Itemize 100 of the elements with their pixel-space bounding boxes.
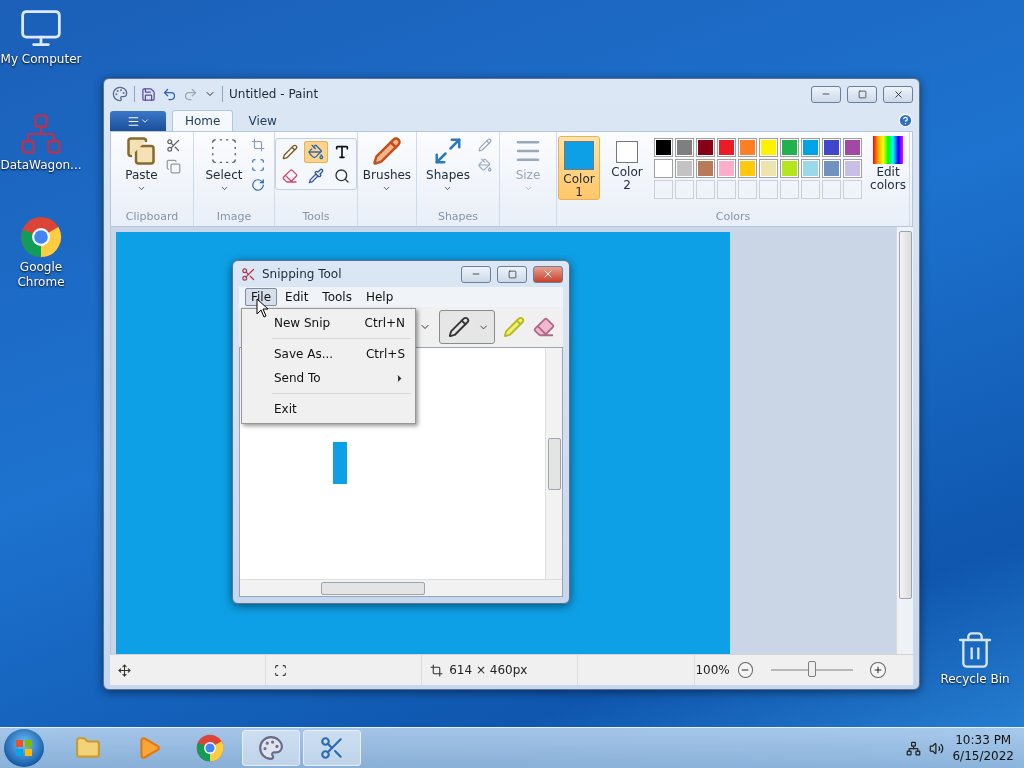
minimize-button[interactable] [811,85,841,103]
desktop-icon-label[interactable]: DataWagon... [0,158,82,173]
empty-color-slot[interactable] [675,180,694,199]
desktop-icon-label[interactable]: Google Chrome [0,260,82,290]
menu-icon [126,114,140,128]
zoom-slider-thumb[interactable] [807,661,816,677]
color-slot-button[interactable]: Color 2 [606,136,648,200]
select-button[interactable]: Select [203,136,245,193]
redo-icon[interactable] [183,86,198,102]
desktop-icon-label[interactable]: Recycle Bin [940,672,1010,687]
color-swatch[interactable] [675,159,694,178]
taskbar-button[interactable] [242,730,300,766]
empty-color-slot[interactable] [843,180,862,199]
empty-color-slot[interactable] [801,180,820,199]
ribbon-tab[interactable]: Home [172,110,234,131]
color-swatch[interactable] [759,159,778,178]
empty-color-slot[interactable] [717,180,736,199]
close-button[interactable] [883,85,913,103]
color-swatch[interactable] [696,159,715,178]
group-label: Clipboard [124,210,180,225]
help-icon[interactable] [898,113,913,128]
color-swatch[interactable] [822,159,841,178]
crop-icon[interactable] [250,138,265,152]
pen-button[interactable] [439,310,495,344]
empty-color-slot[interactable] [654,180,673,199]
menu-item[interactable]: Help [359,288,400,306]
taskbar-button[interactable] [303,730,361,766]
copy-icon[interactable] [165,159,181,174]
zoom-text: 100% [695,663,730,677]
start-button[interactable] [4,729,44,767]
scissors-icon [241,266,256,282]
empty-color-slot[interactable] [759,180,778,199]
dropdown-menu-item[interactable]: Exit [244,397,413,421]
volume-icon[interactable] [929,740,945,756]
color-swatch[interactable] [738,138,757,157]
close-button[interactable] [533,265,563,283]
menu-item[interactable]: Tools [316,288,358,306]
fill-icon[interactable] [477,158,492,172]
color-swatch[interactable] [759,138,778,157]
color-swatch[interactable] [801,159,820,178]
save-icon[interactable] [141,86,156,102]
color-swatch[interactable] [843,159,862,178]
dropdown-menu-item[interactable]: Save As... Ctrl+S [244,342,413,366]
color-swatch[interactable] [738,159,757,178]
color-swatch[interactable] [843,138,862,157]
color-swatch[interactable] [717,138,736,157]
eraser-icon[interactable] [533,316,555,338]
color-swatch[interactable] [675,138,694,157]
chrome-icon [20,216,62,258]
desktop-icon-label[interactable]: My Computer [0,52,82,67]
empty-color-slot[interactable] [822,180,841,199]
plus-icon [872,665,883,675]
ribbon-tab[interactable]: View [235,110,290,131]
caret-icon [523,184,533,193]
undo-icon[interactable] [162,86,177,102]
vertical-scrollbar[interactable] [896,227,913,654]
restore-icon [507,269,517,279]
outline-icon[interactable] [477,138,492,152]
clock-date[interactable]: 6/15/2022 [952,748,1014,764]
selection-icon [274,663,288,677]
edit-colors-button[interactable]: Edit colors [868,136,908,192]
color-swatch[interactable] [822,138,841,157]
color-picker-icon [308,168,324,184]
group-label: Colors [714,210,752,225]
brushes-button[interactable]: Brushes [360,136,414,193]
empty-color-slot[interactable] [696,180,715,199]
horizontal-scrollbar[interactable] [240,579,562,596]
resize-icon[interactable] [250,158,265,172]
canvas-size-icon [430,663,444,677]
zoom-in-button[interactable] [870,662,886,678]
dropdown-menu-item[interactable]: Send To [244,366,413,390]
color-swatch[interactable] [780,138,799,157]
color-swatch[interactable] [696,138,715,157]
menu-item[interactable]: Edit [279,288,315,306]
network-icon[interactable] [906,740,922,756]
color-swatch[interactable] [654,138,673,157]
color-swatch[interactable] [780,159,799,178]
paste-button[interactable]: Paste [123,136,160,193]
zoom-out-button[interactable] [737,662,754,678]
caret-icon [137,184,146,193]
file-menu-button[interactable] [110,111,166,131]
restore-button[interactable] [847,85,877,103]
cut-icon[interactable] [165,138,181,153]
vertical-scrollbar[interactable] [545,348,562,579]
color-slot-button[interactable]: Color 1 [558,136,600,200]
highlighter-icon[interactable] [503,316,525,338]
windows-logo-icon [15,739,33,757]
color-swatch[interactable] [654,159,673,178]
shapes-button[interactable]: Shapes [424,136,472,193]
menu-item[interactable]: File [245,288,278,306]
empty-color-slot[interactable] [780,180,799,199]
chrome-icon [196,734,224,762]
minimize-button[interactable] [461,265,491,283]
color-swatch[interactable] [717,159,736,178]
color-swatch[interactable] [801,138,820,157]
restore-button[interactable] [497,265,527,283]
clock-time[interactable]: 10:33 PM [955,732,1012,748]
rotate-icon[interactable] [250,178,265,192]
empty-color-slot[interactable] [738,180,757,199]
scissors-icon [319,735,345,761]
